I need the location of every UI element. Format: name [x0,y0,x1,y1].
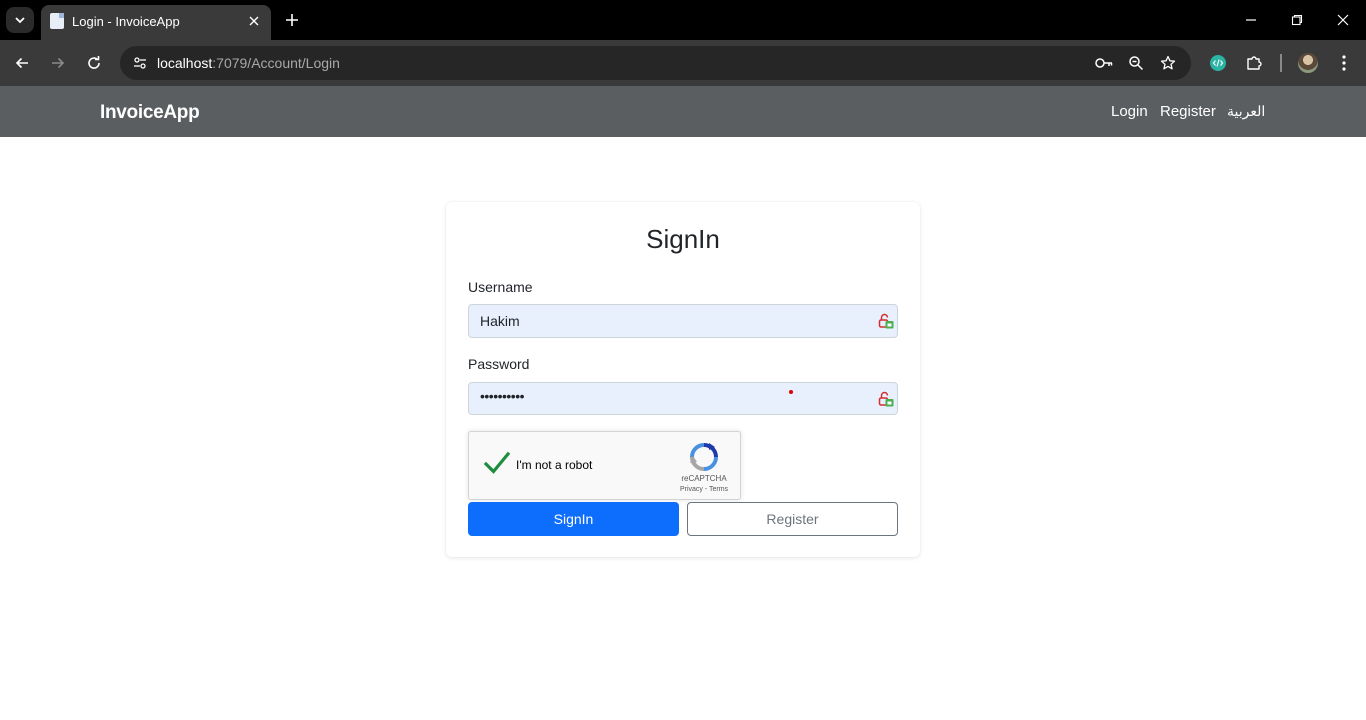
nav-link-register[interactable]: Register [1160,103,1216,120]
username-value: Hakim [480,313,520,329]
toolbar-divider [1280,54,1282,72]
site-info-icon[interactable] [128,51,152,75]
recaptcha-links[interactable]: Privacy - Terms [667,486,741,493]
app-navbar: InvoiceApp Login Register العربية [0,86,1366,137]
password-label: Password [468,356,530,372]
username-field[interactable]: Hakim [468,304,898,338]
recaptcha-widget[interactable]: I'm not a robot reCAPTCHA Privacy - Term… [468,431,741,500]
lock-badge-icon[interactable] [878,313,894,329]
recaptcha-brand: reCAPTCHA [681,474,727,483]
password-value: •••••••••• [480,388,525,404]
signin-button[interactable]: SignIn [468,502,679,536]
page-title: SignIn [646,224,720,254]
nav-link-arabic[interactable]: العربية [1227,103,1265,120]
password-field[interactable]: •••••••••• [468,382,898,415]
menu-icon[interactable] [1333,52,1355,74]
forward-icon[interactable] [47,52,69,74]
browser-tabstrip: Login - InvoiceApp [0,0,1366,40]
puzzle-icon[interactable] [1243,52,1265,74]
star-icon[interactable] [1158,53,1178,73]
nav-link-login[interactable]: Login [1111,103,1148,120]
restore-icon[interactable] [1287,10,1307,30]
checkmark-icon[interactable] [483,450,511,478]
username-label: Username [468,279,533,295]
login-card: SignIn Username Hakim Password •••••••••… [446,202,920,557]
back-icon[interactable] [11,52,33,74]
reload-icon[interactable] [83,52,105,74]
address-bar[interactable]: localhost:7079/Account/Login [120,46,1191,80]
avatar[interactable] [1298,53,1318,73]
register-button[interactable]: Register [687,502,898,536]
minimize-icon[interactable] [1241,10,1261,30]
tab-search-icon[interactable] [6,7,34,33]
lock-badge-icon[interactable] [878,391,894,407]
password-key-icon[interactable] [1094,53,1114,73]
zoom-icon[interactable] [1126,53,1146,73]
window-close-icon[interactable] [1333,10,1353,30]
brand-logo[interactable]: InvoiceApp [100,102,200,124]
close-icon[interactable] [245,12,263,30]
url-text[interactable]: localhost:7079/Account/Login [157,55,340,71]
cursor-dot [789,390,793,394]
page-favicon-icon [50,13,64,29]
extension-devtools-icon[interactable] [1207,52,1229,74]
tab-title: Login - InvoiceApp [72,14,180,29]
plus-icon[interactable] [281,9,303,31]
browser-toolbar: localhost:7079/Account/Login [0,40,1366,86]
recaptcha-label: I'm not a robot [516,458,593,472]
active-tab[interactable]: Login - InvoiceApp [41,5,271,40]
recaptcha-logo-icon [690,443,718,471]
